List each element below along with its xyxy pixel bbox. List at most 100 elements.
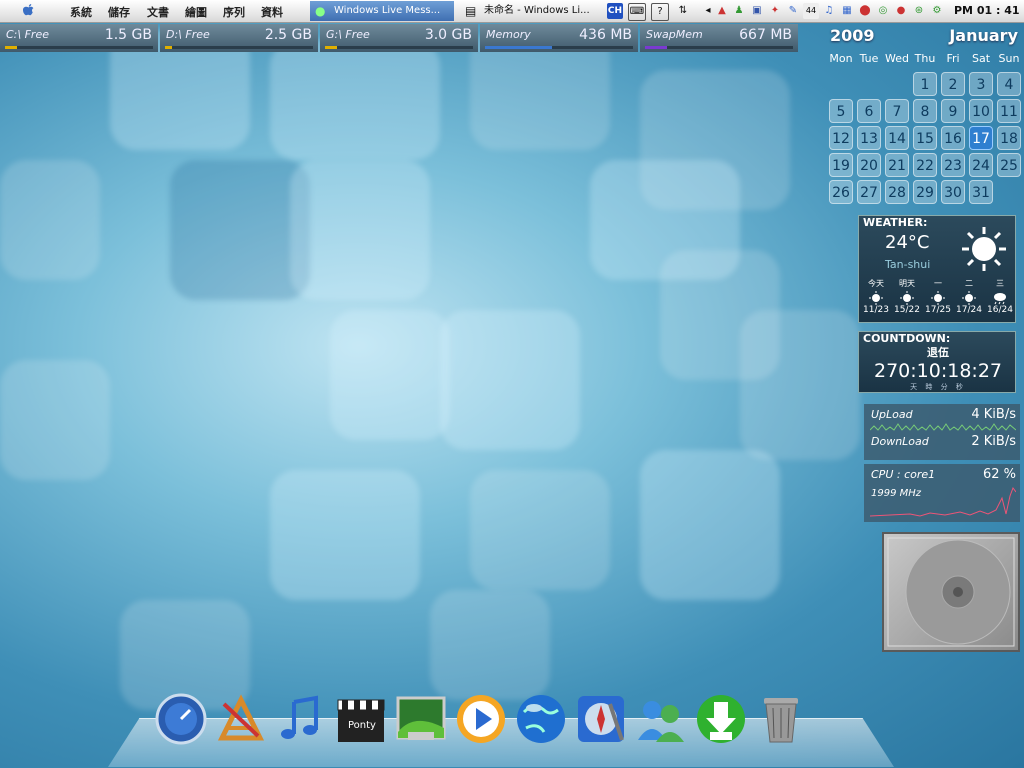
- calendar-day[interactable]: 11: [997, 99, 1021, 123]
- calendar-day[interactable]: 20: [857, 153, 881, 177]
- calendar-day[interactable]: 16: [941, 126, 965, 150]
- calendar-day[interactable]: 18: [997, 126, 1021, 150]
- calendar-day[interactable]: 3: [969, 72, 993, 96]
- calendar-day[interactable]: 13: [857, 126, 881, 150]
- meter-label: SwapMem: [646, 28, 703, 41]
- calendar-day[interactable]: 31: [969, 180, 993, 204]
- counter-badge[interactable]: 44: [803, 3, 819, 19]
- meter-fill: [5, 46, 17, 49]
- menu-sequence[interactable]: 序列: [223, 4, 245, 20]
- calendar-day[interactable]: 27: [857, 180, 881, 204]
- calendar-day[interactable]: 28: [885, 180, 909, 204]
- weather-temperature: 24°C: [885, 232, 930, 253]
- forecast-range: 15/22: [894, 305, 920, 315]
- menu-save[interactable]: 儲存: [108, 4, 130, 20]
- calendar-day[interactable]: 12: [829, 126, 853, 150]
- menu-data[interactable]: 資料: [261, 4, 283, 20]
- weather-city: Tan-shui: [885, 258, 931, 271]
- download-icon[interactable]: [694, 692, 748, 746]
- apple-menu-icon[interactable]: [20, 2, 38, 20]
- forecast-day-label: 一: [934, 279, 942, 288]
- calendar-day[interactable]: 14: [885, 126, 909, 150]
- meter-fill: [645, 46, 668, 49]
- sun-icon: [962, 227, 1006, 271]
- shield-icon[interactable]: ⬤: [857, 3, 873, 19]
- media-player-icon[interactable]: [454, 692, 508, 746]
- calendar-day[interactable]: 29: [913, 180, 937, 204]
- menu-document[interactable]: 文書: [147, 4, 169, 20]
- sync-icon[interactable]: ✎: [785, 3, 801, 19]
- countdown-time: 270:10:18:27: [874, 360, 1002, 382]
- calendar-day[interactable]: 4: [997, 72, 1021, 96]
- calendar-day[interactable]: 15: [913, 126, 937, 150]
- pin-icon[interactable]: ⇅: [675, 3, 691, 19]
- weekday-label: Sun: [998, 52, 1020, 65]
- calendar-day[interactable]: 25: [997, 153, 1021, 177]
- user-icon[interactable]: ♟: [731, 3, 747, 19]
- calendar-day[interactable]: 26: [829, 180, 853, 204]
- sun-icon: [869, 291, 883, 305]
- task-label: 未命名 - Windows Li...: [484, 5, 590, 16]
- messenger-icon[interactable]: [634, 692, 688, 746]
- calendar-day[interactable]: 19: [829, 153, 853, 177]
- calendar-day[interactable]: 7: [885, 99, 909, 123]
- clapperboard-icon[interactable]: Ponty: [334, 692, 388, 746]
- calendar-day[interactable]: 1: [913, 72, 937, 96]
- record-icon[interactable]: ●: [893, 3, 909, 19]
- weekday-label: Sat: [971, 52, 991, 65]
- taskbar-writer[interactable]: ▤ 未命名 - Windows Li...: [460, 1, 600, 21]
- cd-disc-icon: [887, 537, 1015, 647]
- antivirus-icon[interactable]: ▲: [714, 3, 730, 19]
- security-icon[interactable]: ⊛: [911, 3, 927, 19]
- forecast-range: 17/24: [956, 305, 982, 315]
- meter-fill: [485, 46, 552, 49]
- photo-icon[interactable]: [394, 692, 448, 746]
- taskbar-messenger[interactable]: ● Windows Live Mess...: [310, 1, 454, 21]
- app-store-icon[interactable]: [214, 692, 268, 746]
- menu-system[interactable]: 系統: [70, 4, 92, 20]
- calendar-year: 2009: [830, 26, 875, 45]
- calendar-day[interactable]: 30: [941, 180, 965, 204]
- keyboard-icon[interactable]: ⌨: [628, 3, 646, 21]
- cpu-percent: 62 %: [982, 467, 1016, 482]
- calendar-day[interactable]: 8: [913, 99, 937, 123]
- display-icon[interactable]: ▦: [839, 3, 855, 19]
- meter-bar: [5, 46, 153, 49]
- meter-fill: [325, 46, 337, 49]
- trash-icon[interactable]: [754, 692, 808, 746]
- meter-value: 2.5 GB: [264, 27, 312, 43]
- volume-icon[interactable]: ♫: [821, 3, 837, 19]
- calendar-day[interactable]: 10: [969, 99, 993, 123]
- forecast-day: 一 17/25: [923, 278, 953, 315]
- calendar-day-today[interactable]: 17: [969, 126, 993, 150]
- calendar-day[interactable]: 2: [941, 72, 965, 96]
- forecast-day: 明天 15/22: [892, 278, 922, 315]
- weekday-label: Fri: [946, 52, 960, 65]
- resource-bar: C:\ Free 1.5 GB D:\ Free 2.5 GB G:\ Free 3.0 …: [0, 24, 800, 52]
- safari-icon[interactable]: [574, 692, 628, 746]
- calendar-day[interactable]: 5: [829, 99, 853, 123]
- settings-icon[interactable]: ⚙: [929, 3, 945, 19]
- calendar-day[interactable]: 6: [857, 99, 881, 123]
- itunes-icon[interactable]: [274, 692, 328, 746]
- globe-icon[interactable]: [514, 692, 568, 746]
- menu-draw[interactable]: 繪圖: [185, 4, 207, 20]
- cd-player-widget[interactable]: [882, 532, 1020, 652]
- cpu-monitor: CPU : core1 62 % 1999 MHz: [864, 464, 1020, 522]
- forecast-range: 16/24: [987, 305, 1013, 315]
- calendar-day[interactable]: 23: [941, 153, 965, 177]
- forecast-day-label: 今天: [868, 279, 884, 288]
- input-language-icon[interactable]: CH: [607, 3, 623, 19]
- network-icon[interactable]: ▣: [749, 3, 765, 19]
- clock[interactable]: PM 01 : 41: [954, 4, 1020, 17]
- messenger-icon: ●: [315, 4, 326, 18]
- calendar-day[interactable]: 24: [969, 153, 993, 177]
- help-icon[interactable]: ?: [651, 3, 669, 21]
- calendar-day[interactable]: 9: [941, 99, 965, 123]
- compass-icon[interactable]: ◎: [875, 3, 891, 19]
- meter-value: 436 MB: [579, 27, 632, 43]
- bluetooth-icon[interactable]: ✦: [767, 3, 783, 19]
- dashboard-icon[interactable]: [154, 692, 208, 746]
- calendar-day[interactable]: 21: [885, 153, 909, 177]
- calendar-day[interactable]: 22: [913, 153, 937, 177]
